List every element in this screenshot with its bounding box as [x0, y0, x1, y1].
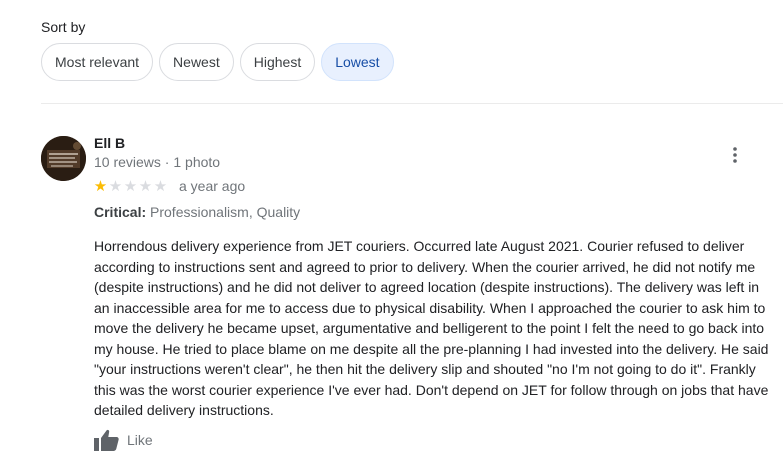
- sort-options: Most relevant Newest Highest Lowest: [41, 43, 394, 81]
- divider: [41, 103, 783, 104]
- sort-lowest-chip[interactable]: Lowest: [321, 43, 394, 81]
- star-icon: ★: [153, 177, 168, 195]
- like-button[interactable]: Like: [94, 429, 153, 451]
- star-rating: ★ ★ ★ ★ ★: [93, 179, 168, 194]
- review-text: Horrendous delivery experience from JET …: [94, 238, 769, 418]
- like-label: Like: [127, 432, 153, 448]
- avatar[interactable]: [41, 136, 86, 181]
- review-options-button[interactable]: [722, 142, 748, 168]
- sort-most-relevant-chip[interactable]: Most relevant: [41, 43, 154, 81]
- avatar-photo: [41, 136, 86, 181]
- reviewer-meta: 10 reviews · 1 photo: [94, 154, 221, 170]
- sort-by-label: Sort by: [41, 19, 86, 35]
- star-icon: ★: [93, 177, 108, 195]
- star-icon: ★: [138, 177, 153, 195]
- review-time: a year ago: [179, 178, 246, 194]
- star-icon: ★: [108, 177, 123, 195]
- critical-aspects: Critical: Professionalism, Quality: [94, 204, 300, 220]
- rating-row: ★ ★ ★ ★ ★ a year ago: [93, 178, 245, 194]
- critical-values: Professionalism, Quality: [150, 204, 301, 220]
- star-icon: ★: [123, 177, 138, 195]
- critical-label: Critical:: [94, 204, 147, 220]
- thumb-up-icon: [94, 429, 119, 451]
- sort-newest-chip[interactable]: Newest: [159, 43, 234, 81]
- more-vert-icon: [733, 147, 737, 163]
- sort-highest-chip[interactable]: Highest: [239, 43, 316, 81]
- reviewer-name[interactable]: Ell B: [94, 135, 125, 151]
